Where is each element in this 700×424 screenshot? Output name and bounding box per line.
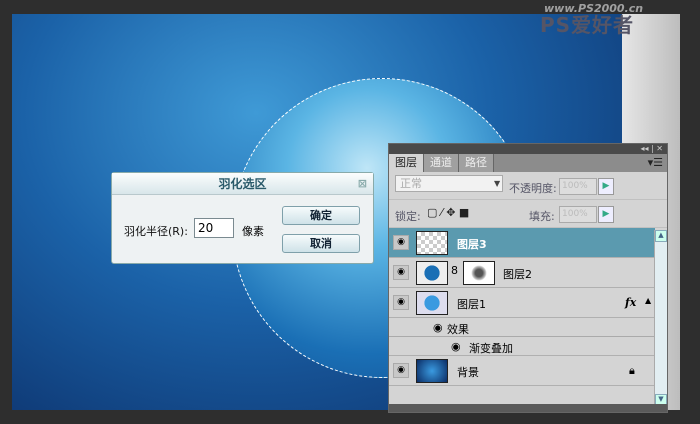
blend-mode-select[interactable]: 正常 ▼ <box>395 175 503 192</box>
watermark-brand: PS爱好者 <box>540 13 635 37</box>
collapse-effects-icon[interactable]: ▲ <box>645 296 651 305</box>
layer-thumbnail <box>416 231 448 255</box>
fill-input[interactable]: 100% <box>559 206 597 223</box>
feather-selection-dialog: 羽化选区 ⊠ 羽化半径(R): 20 像素 确定 取消 <box>111 172 374 264</box>
layer-row[interactable]: ◉ 背景 🔒︎ <box>389 356 655 386</box>
effect-row[interactable]: ◉ 渐变叠加 <box>389 337 655 356</box>
tab-layers[interactable]: 图层 <box>389 154 424 172</box>
blend-mode-value: 正常 <box>400 177 422 190</box>
ok-button[interactable]: 确定 <box>282 206 360 225</box>
link-icon: 8 <box>451 264 458 277</box>
eye-icon[interactable]: ◉ <box>451 340 461 353</box>
scroll-up-icon[interactable]: ▲ <box>655 230 667 242</box>
panel-menu-icon[interactable]: ▾☰ <box>648 156 663 169</box>
panel-tabs: 图层 通道 路径 ▾☰ <box>389 154 667 172</box>
cancel-button[interactable]: 取消 <box>282 234 360 253</box>
unit-label: 像素 <box>242 225 264 238</box>
opacity-arrow-icon[interactable]: ▶ <box>598 178 614 195</box>
watermark-logo: PS爱好者 www.PS2000.cn <box>540 2 643 37</box>
dialog-title: 羽化选区 <box>218 177 267 191</box>
fx-icon[interactable]: fx <box>625 296 636 309</box>
layer-thumbnail <box>416 291 448 315</box>
close-icon[interactable]: ⊠ <box>358 173 367 195</box>
layer-mask-thumbnail <box>463 261 495 285</box>
gradient-overlay-label: 渐变叠加 <box>469 342 513 355</box>
tab-paths[interactable]: 路径 <box>459 154 494 172</box>
layer-name: 图层2 <box>503 268 532 281</box>
layers-scrollbar[interactable]: ▲ ▼ <box>654 230 667 408</box>
opacity-input[interactable]: 100% <box>559 178 597 195</box>
panel-footer-toolbar <box>389 404 667 412</box>
layer-row[interactable]: ◉ 图层3 <box>389 228 655 258</box>
dialog-titlebar: 羽化选区 ⊠ <box>112 173 373 195</box>
eye-icon[interactable]: ◉ <box>393 363 409 378</box>
fill-label: 填充: <box>529 210 555 223</box>
layers-panel: ◂◂ | ✕ 图层 通道 路径 ▾☰ 正常 ▼ 不透明度: 100% ▶ 锁定: … <box>388 143 668 413</box>
layer-row[interactable]: ◉ 图层1 fx ▲ <box>389 288 655 318</box>
lock-label: 锁定: <box>395 210 421 223</box>
effects-row[interactable]: ◉ 效果 <box>389 318 655 337</box>
eye-icon[interactable]: ◉ <box>433 321 443 334</box>
tab-channels[interactable]: 通道 <box>424 154 459 172</box>
feather-radius-input[interactable]: 20 <box>194 218 234 238</box>
fill-arrow-icon[interactable]: ▶ <box>598 206 614 223</box>
feather-radius-label: 羽化半径(R): <box>124 225 188 238</box>
panel-collapse-icon[interactable]: ◂◂ | ✕ <box>389 144 667 154</box>
eye-icon[interactable]: ◉ <box>393 265 409 280</box>
layer-name: 图层1 <box>457 298 486 311</box>
layer-name: 图层3 <box>457 238 487 251</box>
effects-label: 效果 <box>447 323 469 336</box>
layer-row[interactable]: ◉ 8 图层2 <box>389 258 655 288</box>
layer-name: 背景 <box>457 366 479 379</box>
chevron-down-icon: ▼ <box>494 179 501 188</box>
layer-thumbnail <box>416 261 448 285</box>
eye-icon[interactable]: ◉ <box>393 295 409 310</box>
layer-thumbnail <box>416 359 448 383</box>
lock-icon: 🔒︎ <box>629 364 635 377</box>
lock-icons[interactable]: ▢ ⁄ ✥ ■ <box>427 206 469 219</box>
eye-icon[interactable]: ◉ <box>393 235 409 250</box>
opacity-label: 不透明度: <box>509 182 557 195</box>
